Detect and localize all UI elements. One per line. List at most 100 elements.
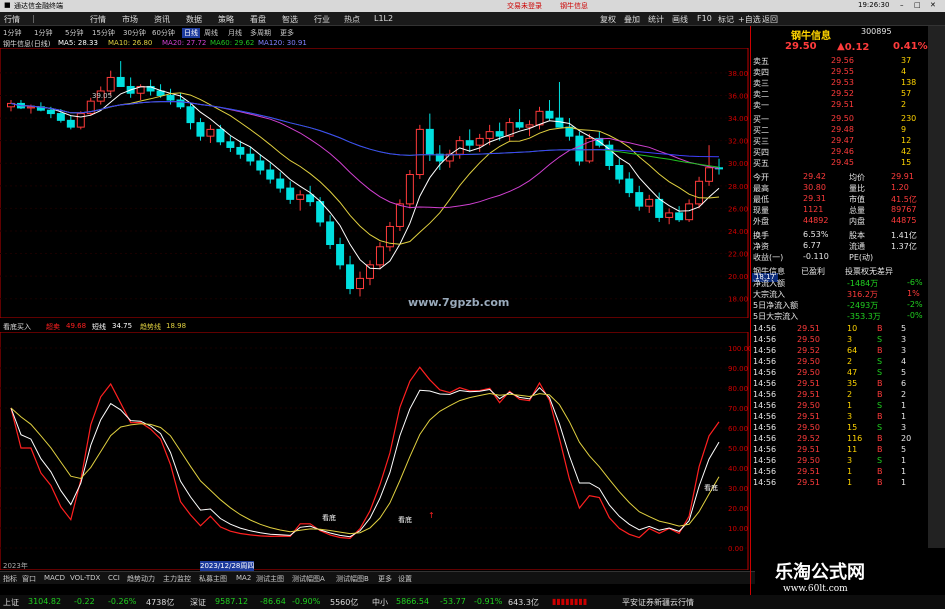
toolbar-biaoji[interactable]: 标记 — [718, 14, 734, 25]
y-tick-label: 30.00 — [728, 160, 748, 168]
candle-body — [465, 140, 474, 146]
tick-row-cell: B — [877, 434, 883, 443]
candle-body — [296, 194, 305, 200]
fund-header[interactable]: 钢牛信息 已盈利 投票权无差异 — [751, 265, 929, 277]
tick-row-cell: 14:56 — [753, 467, 777, 476]
stat-row-cell: 外盘 — [753, 217, 769, 226]
tick-row-cell: B — [877, 346, 883, 355]
menu-item-0[interactable]: 行情 — [4, 14, 20, 25]
minimize-icon[interactable]: – — [900, 1, 904, 9]
candle-body — [306, 194, 315, 203]
tab-cci[interactable]: CCI — [108, 574, 120, 582]
y-tick-label: 40.00 — [728, 465, 748, 473]
period-tab[interactable]: 月线 — [228, 28, 242, 38]
tab-private[interactable]: 私募主图 — [199, 574, 227, 584]
tick-row-cell: 14:56 — [753, 401, 777, 410]
toolbar-f10[interactable]: F10 — [697, 14, 712, 23]
toolbar-fuquan[interactable]: 复权 — [600, 14, 616, 25]
tick-row-cell: 3 — [847, 412, 853, 421]
candle-body — [176, 99, 185, 108]
candle-body — [106, 76, 115, 92]
indicator-v1-label: 超卖 — [46, 323, 60, 331]
tab-test-a[interactable]: 测试幅图A — [292, 574, 325, 584]
zx-label[interactable]: 中小 — [372, 597, 388, 608]
menu-item-5[interactable]: 看盘 — [250, 14, 266, 25]
menu-item-0[interactable]: 行情 — [90, 14, 106, 25]
period-tab[interactable]: 60分钟 — [152, 28, 175, 38]
period-tab-active[interactable]: 日线 — [182, 28, 200, 38]
menu-item-2[interactable]: 资讯 — [154, 14, 170, 25]
server-status[interactable]: 平安证券新疆云行情 — [622, 597, 694, 608]
tick-row-cell: 1 — [847, 467, 853, 476]
period-tab[interactable]: 30分钟 — [123, 28, 146, 38]
tab-vol[interactable]: VOL-TDX — [70, 574, 100, 582]
toolbar-tongji[interactable]: 统计 — [648, 14, 664, 25]
period-tab[interactable]: 1分钟 — [3, 28, 21, 38]
candle-body — [405, 174, 414, 205]
tab-main-monitor[interactable]: 主力监控 — [163, 574, 191, 584]
stat-row-cell: 6.53% — [803, 230, 829, 239]
period-tab[interactable]: 周线 — [204, 28, 218, 38]
toolbar-back[interactable]: 返回 — [762, 14, 778, 25]
bid-level[interactable]: 买五 29.45 15 — [751, 157, 929, 169]
candle-body — [196, 122, 205, 137]
candle-body — [695, 180, 704, 205]
period-tab[interactable]: 多周期 — [250, 28, 271, 38]
candle-body — [615, 165, 624, 180]
oscillator-chart[interactable]: 100.00 90.00 80.00 70.00 60.00 50.00 40.00 30.0… — [0, 332, 750, 570]
tick-row-cell: B — [877, 324, 883, 333]
close-icon[interactable]: ✕ — [930, 1, 936, 9]
period-tab[interactable]: 1分钟 — [34, 28, 52, 38]
tab-test-main[interactable]: 测试主图 — [256, 574, 284, 584]
tab-more[interactable]: 更多 — [378, 574, 392, 584]
stat-row-cell: 29.91 — [891, 172, 914, 181]
tick-row-cell: 14:56 — [753, 478, 777, 487]
zx-amount: 643.3亿 — [508, 598, 539, 607]
tab-settings[interactable]: 设置 — [398, 574, 412, 584]
toolbar-zixuan[interactable]: +自选 — [738, 14, 761, 25]
maximize-icon[interactable]: □ — [914, 1, 921, 9]
menu-item-6[interactable]: 智选 — [282, 14, 298, 25]
menu-item-7[interactable]: 行业 — [314, 14, 330, 25]
sz-label[interactable]: 深证 — [190, 597, 206, 608]
y-tick-label: 24.00 — [728, 228, 748, 236]
menu-item-9[interactable]: L1L2 — [374, 14, 393, 23]
period-tab-more[interactable]: 更多 — [280, 28, 294, 38]
tick-row[interactable]: 14:56 29.51 1 B 1 — [751, 477, 929, 489]
ask-level[interactable]: 卖一 29.51 2 — [751, 99, 929, 111]
period-tab[interactable]: 15分钟 — [92, 28, 115, 38]
tab-macd[interactable]: MACD — [44, 574, 65, 582]
tick-row-cell: S — [877, 335, 883, 344]
ma120-label: MA120: 30.91 — [258, 39, 307, 47]
tab-window[interactable]: 窗口 — [22, 574, 36, 584]
sh-pct: -0.26% — [108, 597, 137, 606]
toolbar-huaxian[interactable]: 画线 — [672, 14, 688, 25]
toolbar-diejia[interactable]: 叠加 — [624, 14, 640, 25]
menu-item-8[interactable]: 热点 — [344, 14, 360, 25]
sh-label[interactable]: 上证 — [3, 597, 19, 608]
tab-test-b[interactable]: 测试幅图B — [336, 574, 369, 584]
fund-row[interactable]: 5日大宗流入 -353.3万 -0% — [751, 310, 929, 322]
side-toolbar[interactable] — [928, 26, 945, 595]
trade-login-link[interactable]: 交易未登录 — [507, 1, 542, 11]
y-tick-label: 32.00 — [728, 138, 748, 146]
menu-item-4[interactable]: 策略 — [218, 14, 234, 25]
stat-row[interactable]: 收益(一) -0.110 PE(动) — [751, 251, 929, 263]
tab-trend[interactable]: 趋势动力 — [127, 574, 155, 584]
candle-body — [625, 178, 634, 194]
menu-item-1[interactable]: 市场 — [122, 14, 138, 25]
menu-item-3[interactable]: 数据 — [186, 14, 202, 25]
indicator-v2-label: 短线 — [92, 323, 106, 331]
tab-indicator[interactable]: 指标 — [3, 574, 17, 584]
stat-row[interactable]: 外盘 44892 内盘 44875 — [751, 215, 929, 227]
candlestick-chart[interactable]: 38.00 36.00 34.00 32.00 30.00 28.00 26.00 24.00… — [0, 48, 750, 318]
candle-body — [356, 277, 365, 290]
fund-header-cell: 已盈利 — [801, 267, 825, 276]
tab-ma2[interactable]: MA2 — [236, 574, 251, 582]
index-status-bar: 上证 3104.82 -0.22 -0.26% 4738亿 深证 9587.12… — [0, 595, 945, 609]
high-price-label: 39.05 — [92, 92, 112, 100]
candle-body — [266, 169, 275, 180]
period-tab[interactable]: 5分钟 — [65, 28, 83, 38]
stock-link[interactable]: 钢牛信息 — [560, 1, 588, 11]
candle-body — [66, 119, 75, 128]
